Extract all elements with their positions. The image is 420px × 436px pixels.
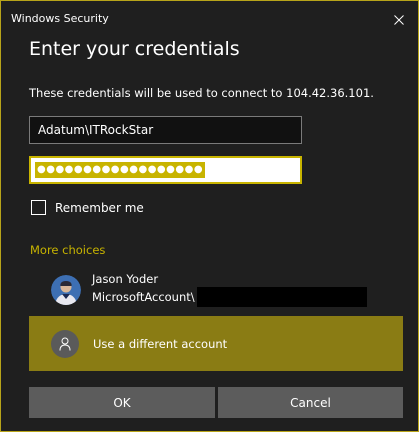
ok-button[interactable]: OK [29, 387, 215, 418]
remember-me-label: Remember me [55, 200, 144, 215]
remember-me-checkbox[interactable]: Remember me [31, 200, 144, 215]
account-provider: MicrosoftAccount\ [92, 290, 195, 304]
account-name: Jason Yoder [92, 272, 159, 286]
dialog-description: These credentials will be used to connec… [29, 86, 374, 100]
account-email-row: MicrosoftAccount\ [92, 287, 367, 307]
redacted-block [196, 287, 367, 307]
close-button[interactable] [386, 7, 412, 33]
use-different-account-option[interactable]: Use a different account [29, 316, 403, 371]
dialog-heading: Enter your credentials [29, 38, 240, 60]
password-masked-value: ●●●●●●●●●●●●●●●●●● [35, 162, 206, 178]
checkbox-box[interactable] [31, 200, 46, 215]
account-option-jason-yoder[interactable]: Jason Yoder MicrosoftAccount\ [51, 271, 367, 307]
account-text: Jason Yoder MicrosoftAccount\ [92, 271, 367, 307]
cancel-button[interactable]: Cancel [218, 387, 403, 418]
user-avatar [51, 275, 81, 305]
more-choices-link[interactable]: More choices [30, 243, 105, 257]
user-photo-icon [51, 275, 81, 305]
generic-avatar [51, 329, 79, 358]
password-input[interactable]: ●●●●●●●●●●●●●●●●●● [29, 156, 302, 184]
use-different-account-label: Use a different account [93, 336, 228, 351]
title-bar: Windows Security [1, 1, 418, 35]
app-title: Windows Security [11, 12, 109, 25]
username-input[interactable] [29, 116, 302, 144]
close-icon [394, 15, 404, 25]
person-icon [59, 337, 71, 351]
credentials-dialog: Windows Security Enter your credentials … [0, 0, 419, 432]
